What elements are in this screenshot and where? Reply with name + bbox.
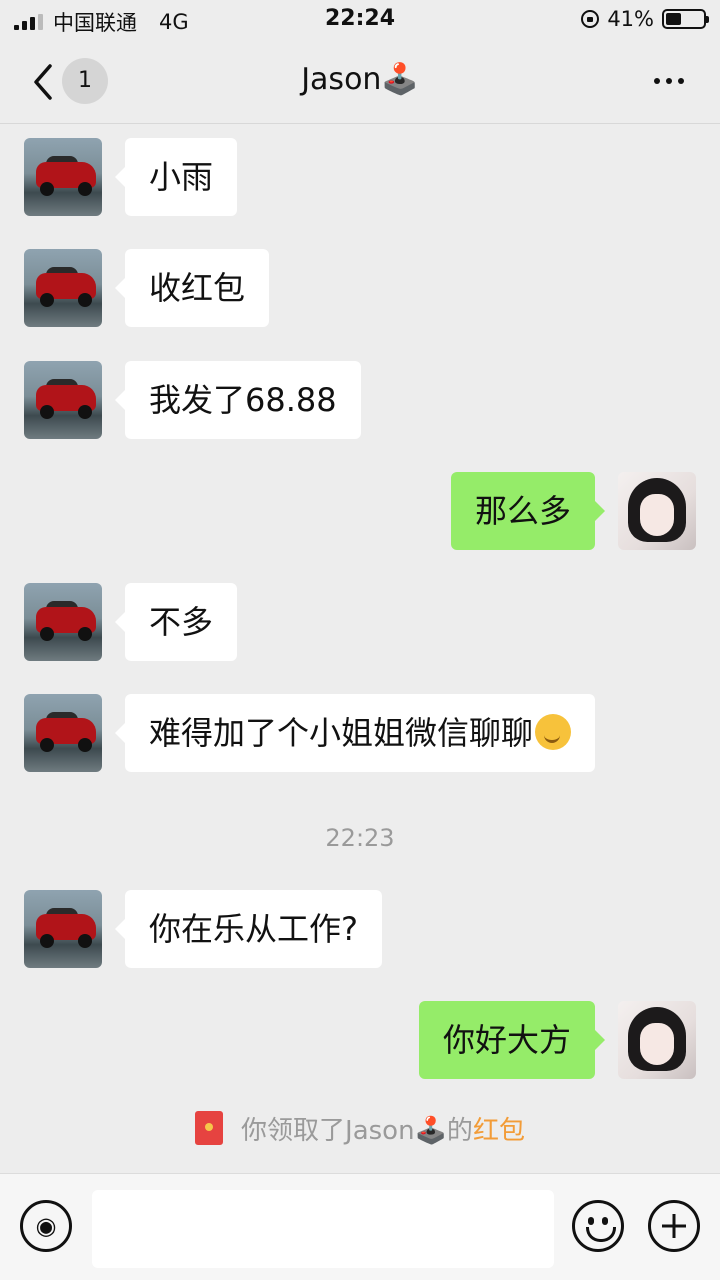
avatar[interactable] [24, 138, 102, 216]
message-text: 难得加了个小姐姐微信聊聊 [149, 714, 534, 752]
red-packet-link[interactable]: 红包 [473, 1116, 525, 1146]
voice-icon[interactable]: ◉ [20, 1200, 72, 1252]
avatar[interactable] [618, 472, 696, 550]
message-timestamp: 22:23 [325, 824, 395, 852]
avatar[interactable] [24, 249, 102, 327]
message-bubble[interactable]: 不多 [114, 583, 238, 661]
emoji-icon[interactable] [572, 1200, 624, 1252]
avatar[interactable] [618, 1001, 696, 1079]
message-bubble[interactable]: 你好大方 [418, 1001, 606, 1079]
input-bar: ◉ [0, 1173, 720, 1280]
avatar[interactable] [24, 890, 102, 968]
notice-text: 你领取了Jason🕹️的 [241, 1116, 473, 1146]
more-icon[interactable] [654, 78, 684, 84]
message-bubble[interactable]: 收红包 [114, 249, 270, 327]
message-bubble[interactable]: 我发了68.88 [115, 361, 361, 439]
chat-title: Jason🕹️ [301, 62, 419, 97]
message-bubble[interactable]: 难得加了个小姐姐微信聊聊 [114, 694, 596, 772]
avatar[interactable] [24, 694, 102, 772]
message-bubble[interactable]: 你在乐从工作? [115, 890, 382, 968]
avatar[interactable] [24, 583, 102, 661]
thinking-face-icon [535, 714, 572, 750]
avatar[interactable] [24, 361, 102, 439]
battery-percent: 41% [607, 7, 654, 31]
red-packet-notice: 你领取了Jason🕹️的红包 [0, 1110, 720, 1147]
red-packet-icon [195, 1111, 224, 1145]
message-input[interactable] [92, 1190, 554, 1268]
status-bar: 中国联通 4G 22:24 41% [0, 0, 720, 40]
chat-header: 1 Jason🕹️ [0, 40, 720, 124]
message-bubble[interactable]: 那么多 [450, 472, 606, 550]
plus-icon[interactable] [648, 1200, 700, 1252]
battery-icon [662, 9, 709, 29]
rotation-lock-icon [581, 10, 600, 28]
message-bubble[interactable]: 小雨 [114, 138, 238, 216]
